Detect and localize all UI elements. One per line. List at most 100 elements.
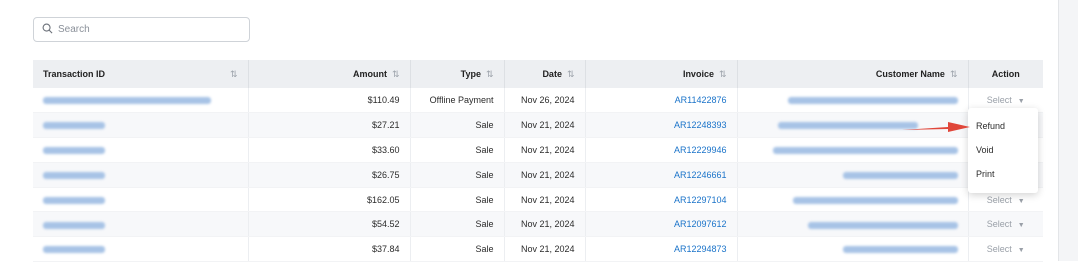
table-row: $110.49 Offline Payment Nov 26, 2024 AR1… bbox=[33, 88, 1043, 114]
date-cell: Nov 21, 2024 bbox=[504, 137, 586, 163]
header-customer-name[interactable]: Customer Name ⇅ bbox=[737, 60, 969, 88]
header-label: Customer Name bbox=[875, 68, 945, 79]
transaction-id-cell[interactable] bbox=[33, 236, 249, 262]
caret-down-icon: ▼ bbox=[1017, 98, 1025, 106]
sort-icon[interactable]: ⇅ bbox=[230, 69, 238, 80]
transaction-id-cell[interactable] bbox=[33, 112, 249, 139]
sort-icon[interactable]: ⇅ bbox=[392, 69, 400, 79]
header-label: Type bbox=[460, 68, 481, 79]
invoice-link[interactable]: AR11422876 bbox=[585, 88, 738, 114]
amount-cell: $26.75 bbox=[248, 162, 411, 188]
redacted-text bbox=[43, 147, 105, 155]
customer-name-cell[interactable] bbox=[737, 236, 969, 262]
redacted-text bbox=[787, 97, 958, 105]
type-cell: Sale bbox=[410, 137, 505, 163]
redacted-text bbox=[842, 246, 958, 254]
invoice-link[interactable]: AR12097612 bbox=[585, 211, 738, 238]
customer-name-cell[interactable] bbox=[737, 187, 969, 213]
menu-item-void[interactable]: Void bbox=[968, 138, 1038, 162]
type-cell: Sale bbox=[410, 112, 505, 139]
caret-down-icon: ▼ bbox=[1017, 247, 1025, 255]
date-cell: Nov 26, 2024 bbox=[504, 88, 586, 114]
table-row: $27.21 Sale Nov 21, 2024 AR12248393 bbox=[33, 112, 1043, 139]
header-label: Invoice bbox=[682, 68, 714, 79]
customer-name-cell[interactable] bbox=[737, 88, 969, 114]
header-action: Action bbox=[968, 60, 1043, 88]
redacted-text bbox=[807, 221, 958, 229]
transactions-table: Transaction ID ⇅ Amount ⇅ Type ⇅ Date ⇅ Invo… bbox=[33, 60, 1043, 262]
transaction-id-cell[interactable] bbox=[33, 162, 249, 188]
invoice-link[interactable]: AR12246661 bbox=[585, 162, 738, 188]
transaction-id-cell[interactable] bbox=[33, 211, 249, 238]
invoice-link[interactable]: AR12297104 bbox=[585, 187, 738, 213]
red-arrow-icon bbox=[902, 122, 970, 132]
date-cell: Nov 21, 2024 bbox=[504, 211, 586, 238]
transaction-id-cell[interactable] bbox=[33, 137, 249, 163]
amount-cell: $162.05 bbox=[248, 187, 411, 213]
sort-icon[interactable]: ⇅ bbox=[950, 69, 958, 79]
amount-cell: $37.84 bbox=[248, 236, 411, 262]
customer-name-cell[interactable] bbox=[737, 137, 969, 163]
caret-down-icon: ▼ bbox=[1017, 197, 1025, 205]
redacted-text bbox=[43, 221, 105, 229]
date-cell: Nov 21, 2024 bbox=[504, 187, 586, 213]
type-cell: Sale bbox=[410, 187, 505, 213]
customer-name-cell[interactable] bbox=[737, 162, 969, 188]
sort-icon[interactable]: ⇅ bbox=[486, 69, 494, 79]
header-type[interactable]: Type ⇅ bbox=[410, 60, 505, 88]
sort-icon[interactable]: ⇅ bbox=[567, 69, 575, 79]
type-cell: Sale bbox=[410, 211, 505, 238]
sort-icon[interactable]: ⇅ bbox=[719, 69, 727, 79]
action-select-label: Select bbox=[986, 95, 1012, 106]
customer-name-cell[interactable] bbox=[737, 211, 969, 238]
redacted-text bbox=[772, 147, 958, 155]
action-select-label: Select bbox=[986, 194, 1012, 205]
amount-cell: $27.21 bbox=[248, 112, 411, 139]
menu-item-refund[interactable]: Refund bbox=[968, 114, 1038, 138]
action-select[interactable]: Select ▼ bbox=[968, 211, 1043, 238]
date-cell: Nov 21, 2024 bbox=[504, 236, 586, 262]
date-cell: Nov 21, 2024 bbox=[504, 112, 586, 139]
table-row: $26.75 Sale Nov 21, 2024 AR12246661 bbox=[33, 162, 1043, 188]
redacted-text bbox=[842, 171, 958, 179]
redacted-text bbox=[43, 196, 105, 204]
transaction-id-cell[interactable] bbox=[33, 88, 249, 114]
invoice-link[interactable]: AR12294873 bbox=[585, 236, 738, 262]
header-invoice[interactable]: Invoice ⇅ bbox=[585, 60, 738, 88]
search-box[interactable] bbox=[33, 17, 250, 42]
redacted-text bbox=[792, 196, 958, 204]
redacted-text bbox=[43, 171, 105, 179]
date-cell: Nov 21, 2024 bbox=[504, 162, 586, 188]
header-label: Amount bbox=[352, 68, 387, 79]
header-transaction-id[interactable]: Transaction ID ⇅ bbox=[33, 60, 249, 88]
header-label: Date bbox=[542, 68, 562, 79]
invoice-link[interactable]: AR12248393 bbox=[585, 112, 738, 139]
caret-down-icon: ▼ bbox=[1017, 222, 1025, 230]
action-select-label: Select bbox=[986, 219, 1012, 230]
type-cell: Sale bbox=[410, 236, 505, 262]
redacted-text bbox=[777, 122, 918, 130]
header-amount[interactable]: Amount ⇅ bbox=[248, 60, 411, 88]
amount-cell: $33.60 bbox=[248, 137, 411, 163]
right-scroll-rail bbox=[1058, 0, 1078, 261]
table-row: $37.84 Sale Nov 21, 2024 AR12294873 Sele… bbox=[33, 236, 1043, 262]
type-cell: Sale bbox=[410, 162, 505, 188]
action-select[interactable]: Select ▼ bbox=[968, 236, 1043, 262]
invoice-link[interactable]: AR12229946 bbox=[585, 137, 738, 163]
redacted-text bbox=[43, 122, 105, 130]
table-header-row: Transaction ID ⇅ Amount ⇅ Type ⇅ Date ⇅ Invo… bbox=[33, 60, 1043, 88]
search-icon bbox=[42, 21, 53, 39]
amount-cell: $110.49 bbox=[248, 88, 411, 114]
header-label: Action bbox=[991, 69, 1020, 79]
amount-cell: $54.52 bbox=[248, 211, 411, 238]
action-dropdown-menu: Refund Void Print bbox=[968, 108, 1038, 193]
type-cell: Offline Payment bbox=[410, 88, 505, 114]
table-row: $33.60 Sale Nov 21, 2024 AR12229946 bbox=[33, 137, 1043, 163]
redacted-text bbox=[43, 97, 211, 105]
header-date[interactable]: Date ⇅ bbox=[504, 60, 586, 88]
header-label: Transaction ID bbox=[43, 68, 106, 79]
table-row: $162.05 Sale Nov 21, 2024 AR12297104 Sel… bbox=[33, 187, 1043, 213]
search-input[interactable] bbox=[58, 24, 238, 35]
menu-item-print[interactable]: Print bbox=[968, 162, 1038, 186]
transaction-id-cell[interactable] bbox=[33, 187, 249, 213]
